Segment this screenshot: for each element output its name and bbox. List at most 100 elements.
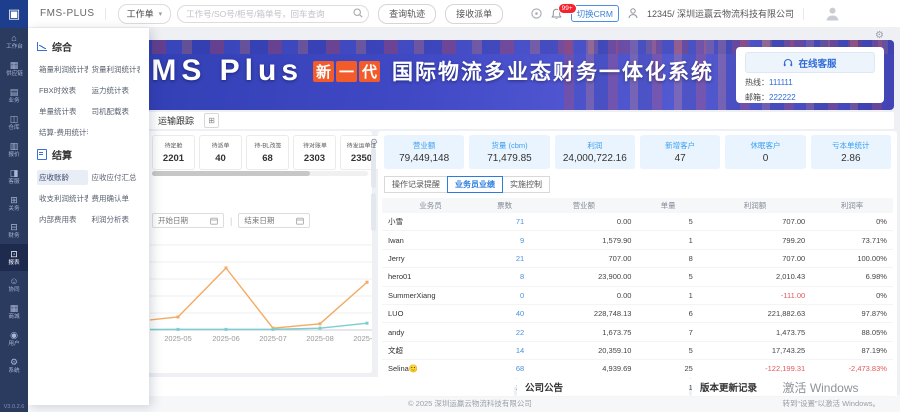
menu-item-内部费用表[interactable]: 内部费用表 (37, 212, 88, 227)
cell-value: 1 (637, 291, 698, 300)
notifications-bell-icon[interactable]: 99+ (551, 8, 562, 20)
x-tick-label: 2025-09 (353, 334, 372, 343)
column-header-营业额[interactable]: 营业额 (530, 200, 637, 211)
series-orange-point[interactable] (225, 267, 228, 270)
end-date-label: 结束日期 (244, 215, 274, 226)
menu-item-货量利润统计表[interactable]: 货量利润统计表 (90, 62, 141, 77)
performance-tabs: 操作记录提醒业务员业绩实施控制 (384, 176, 893, 193)
series-teal-point[interactable] (225, 328, 228, 331)
menu-item-司机配载表[interactable]: 司机配载表 (90, 104, 141, 119)
table-row[interactable]: LUO40228,748.136221,882.6397.87% (382, 305, 893, 323)
series-orange-point[interactable] (366, 281, 369, 284)
tab-实施控制[interactable]: 实施控制 (502, 176, 550, 193)
sidebar-item-用户[interactable]: ◉用户 (0, 325, 28, 352)
online-service-button[interactable]: 在线客服 (745, 52, 875, 73)
menu-item-应收账龄[interactable]: 应收账龄 (37, 170, 88, 185)
help-icon[interactable] (531, 8, 542, 19)
column-header-单量[interactable]: 单量 (637, 200, 698, 211)
series-teal-point[interactable] (177, 328, 180, 331)
series-orange-point[interactable] (319, 322, 322, 325)
series-teal-point[interactable] (366, 322, 369, 325)
company-account-label[interactable]: 12345/ 深圳运赢云物流科技有限公司 (647, 7, 794, 20)
kpi-card-新增客户: 新增客户47 (640, 135, 720, 169)
app-logo-icon[interactable]: ▣ (0, 0, 28, 28)
todo-card-待-BL改签[interactable]: 待-BL改签68 (246, 135, 289, 170)
sidebar-item-财务[interactable]: ⊟财务 (0, 217, 28, 244)
layout-grid-icon[interactable]: ⊞ (204, 113, 219, 128)
menu-item-利润分析表[interactable]: 利润分析表 (90, 212, 141, 227)
cell-value: -122,199.31 (699, 364, 811, 373)
table-row[interactable]: Jerry21707.008707.00100.00% (382, 250, 893, 268)
tab-操作记录提醒[interactable]: 操作记录提醒 (384, 176, 448, 193)
menu-item-箱量利润统计表[interactable]: 箱量利润统计表 (37, 62, 88, 77)
table-row[interactable]: 小雪710.005707.000% (382, 213, 893, 231)
table-row[interactable]: Iwan91,579.901799.2073.71% (382, 231, 893, 249)
menu-item-收支利润统计表[interactable]: 收支利润统计表 (37, 191, 88, 206)
cell-value: 6.98% (811, 272, 893, 281)
cell-value: 1,473.75 (699, 328, 811, 337)
sidebar-item-报价[interactable]: ▥报价 (0, 136, 28, 163)
sidebar-item-关务[interactable]: ⊞关务 (0, 190, 28, 217)
track-query-button[interactable]: 查询轨迹 (378, 4, 436, 24)
column-header-业务员[interactable]: 业务员 (382, 200, 479, 211)
vertical-scrollbar[interactable] (371, 193, 376, 231)
sidebar-item-供应链[interactable]: ▦供应链 (0, 55, 28, 82)
search-input[interactable] (177, 5, 369, 23)
tab-业务员业绩[interactable]: 业务员业绩 (447, 176, 503, 193)
series-orange-point[interactable] (177, 315, 180, 318)
kpi-value: 79,449,148 (399, 153, 449, 164)
cell-value: 707.00 (699, 217, 811, 226)
sidebar-item-协同[interactable]: ☺协同 (0, 271, 28, 298)
page-settings-gear-icon[interactable]: ⚙ (875, 30, 884, 41)
mail-label: 邮箱： (745, 93, 769, 102)
switch-crm-button[interactable]: 切换CRM (571, 5, 619, 22)
avatar[interactable] (825, 6, 840, 21)
search-icon[interactable] (353, 8, 363, 18)
panel-settings-gear-icon[interactable]: ⚙ (370, 137, 378, 148)
receive-dispatch-button[interactable]: 接收派单 (445, 4, 503, 24)
brand-label: FMS-PLUS (40, 8, 95, 19)
sidebar-item-业务[interactable]: ▤业务 (0, 82, 28, 109)
mail-value[interactable]: 222222 (769, 93, 796, 102)
sidebar-item-仓库[interactable]: ◫仓库 (0, 109, 28, 136)
changelog-title[interactable]: 版本更新记录 (700, 380, 757, 394)
menu-item-结算-费用统计表[interactable]: 结算-费用统计表 (37, 125, 88, 140)
announcements-title[interactable]: 公司公告 (525, 380, 563, 394)
series-teal-point[interactable] (272, 328, 275, 331)
todo-card-待派单[interactable]: 待派单40 (199, 135, 242, 170)
table-row[interactable]: andy221,673.7571,473.7588.05% (382, 323, 893, 341)
column-header-票数[interactable]: 票数 (479, 200, 530, 211)
start-date-picker[interactable]: 开始日期 (152, 213, 224, 228)
todo-card-待对账单[interactable]: 待对账单2303 (293, 135, 336, 170)
series-teal-point[interactable] (319, 327, 322, 330)
customer-service-card: 在线客服 热线：111111 邮箱：222222 (736, 47, 884, 103)
todo-card-待定舱[interactable]: 待定舱2201 (152, 135, 195, 170)
sidebar-item-label: 工作台 (6, 43, 23, 49)
cell-value: 5 (637, 272, 698, 281)
cell-value: 9 (479, 236, 530, 245)
menu-item-运力统计表[interactable]: 运力统计表 (90, 83, 141, 98)
menu-item-费用确认单[interactable]: 费用确认单 (90, 191, 141, 206)
sidebar-item-商城[interactable]: ▦商城 (0, 298, 28, 325)
column-header-利润额[interactable]: 利润额 (699, 200, 811, 211)
sidebar-item-报表[interactable]: ⊡报表 (0, 244, 28, 271)
divider: | (230, 216, 232, 226)
badge-char: 一 (336, 61, 357, 82)
tab-transport-tracking[interactable]: 运输跟踪 (158, 114, 194, 127)
column-header-利润率[interactable]: 利润率 (811, 200, 893, 211)
menu-item-单量统计表[interactable]: 单量统计表 (37, 104, 88, 119)
table-row[interactable]: Selina🙂684,939.6925-122,199.31-2,473.83% (382, 360, 893, 378)
menu-item-FBX时效表[interactable]: FBX时效表 (37, 83, 88, 98)
hotline-value[interactable]: 111111 (769, 78, 793, 87)
horizontal-scrollbar[interactable] (152, 171, 310, 176)
vertical-scrollbar[interactable] (371, 148, 376, 188)
search-category-select[interactable]: 工作单 ▾ (118, 4, 172, 24)
end-date-picker[interactable]: 结束日期 (238, 213, 310, 228)
sidebar-item-系统[interactable]: ⚙系统 (0, 352, 28, 379)
menu-item-应收应付汇总[interactable]: 应收应付汇总 (90, 170, 141, 185)
sidebar-item-客服[interactable]: ◨客服 (0, 163, 28, 190)
table-row[interactable]: SummerXiang00.001-111.000% (382, 287, 893, 305)
table-row[interactable]: 文超1420,359.10517,743.2587.19% (382, 342, 893, 360)
table-row[interactable]: hero01823,900.0052,010.436.98% (382, 268, 893, 286)
sidebar-item-工作台[interactable]: ⌂工作台 (0, 28, 28, 55)
